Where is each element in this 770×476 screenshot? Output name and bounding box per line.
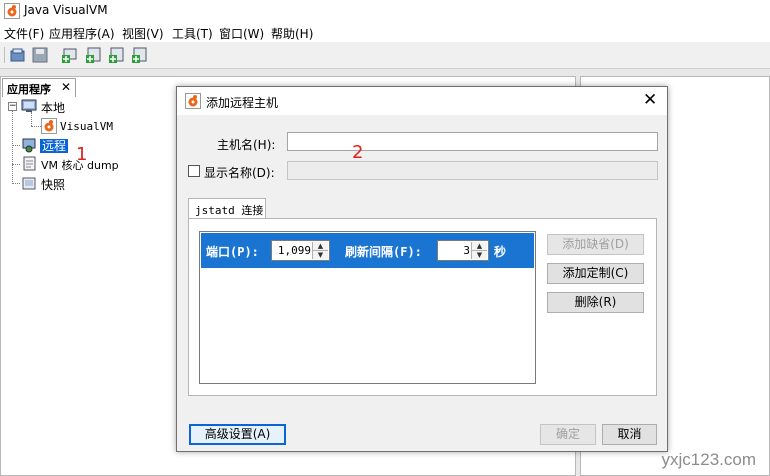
add-default-button[interactable]: 添加缺省(D) bbox=[547, 234, 644, 255]
list-item[interactable]: 端口(P): 1,099 ▲ ▼ 刷新间隔(F): 3 ▲ ▼ 秒 bbox=[201, 233, 534, 268]
port-label: 端口(P): bbox=[206, 245, 259, 259]
snapshots-icon bbox=[22, 177, 36, 190]
tab-applications[interactable]: 应用程序 ✕ bbox=[2, 78, 76, 97]
tree-connector bbox=[31, 112, 32, 126]
refresh-interval-value: 3 bbox=[463, 244, 470, 257]
display-name-checkbox[interactable] bbox=[188, 165, 200, 177]
add-remote-host-dialog: 添加远程主机 ✕ 主机名(H): 2 显示名称(D): jstatd 连接 端口… bbox=[176, 86, 668, 452]
tree-connector bbox=[12, 145, 20, 146]
tree-item-vm-core-dump[interactable]: VM 核心 dump bbox=[41, 157, 119, 173]
menu-window[interactable]: 窗口(W) bbox=[219, 25, 264, 42]
tab-jstatd-label: jstatd 连接 bbox=[195, 204, 264, 217]
cancel-button[interactable]: 取消 bbox=[602, 424, 657, 445]
menu-help[interactable]: 帮助(H) bbox=[271, 25, 313, 42]
tree-item-remote-label: 远程 bbox=[40, 139, 69, 153]
watermark: yxjc123.com bbox=[661, 450, 756, 469]
dialog-close-icon[interactable]: ✕ bbox=[643, 90, 657, 110]
save-icon[interactable] bbox=[31, 46, 49, 64]
add-snapshot-icon[interactable] bbox=[131, 46, 149, 64]
visualvm-app-icon bbox=[41, 118, 57, 134]
tree-connector bbox=[12, 110, 13, 184]
display-name-label: 显示名称(D): bbox=[204, 166, 275, 180]
annotation-number-2: 2 bbox=[352, 142, 364, 163]
port-spinner[interactable]: 1,099 ▲ ▼ bbox=[271, 240, 330, 261]
tree-item-visualvm[interactable]: VisualVM bbox=[60, 120, 113, 133]
load-snapshot-icon[interactable] bbox=[9, 46, 27, 64]
add-heap-dump-icon[interactable] bbox=[108, 46, 126, 64]
core-dump-icon bbox=[23, 156, 36, 171]
interval-spinner-arrows: ▲ ▼ bbox=[471, 242, 487, 259]
hostname-input[interactable] bbox=[287, 132, 658, 151]
spinner-down-icon[interactable]: ▼ bbox=[472, 251, 487, 259]
tab-close-icon[interactable]: ✕ bbox=[61, 80, 71, 94]
delete-button[interactable]: 删除(R) bbox=[547, 292, 644, 313]
toolbar bbox=[0, 42, 770, 69]
menu-application[interactable]: 应用程序(A) bbox=[49, 25, 115, 42]
tab-jstatd-connection[interactable]: jstatd 连接 bbox=[188, 198, 266, 219]
dialog-titlebar: 添加远程主机 ✕ bbox=[177, 87, 667, 115]
window-titlebar: Java VisualVM bbox=[0, 0, 770, 22]
add-custom-button[interactable]: 添加定制(C) bbox=[547, 263, 644, 284]
refresh-interval-spinner[interactable]: 3 ▲ ▼ bbox=[437, 240, 489, 261]
port-value: 1,099 bbox=[277, 244, 311, 257]
ok-button[interactable]: 确定 bbox=[540, 424, 596, 445]
refresh-interval-label: 刷新间隔(F): bbox=[345, 245, 422, 259]
interval-unit-label: 秒 bbox=[494, 245, 507, 259]
visualvm-app-icon bbox=[185, 93, 201, 109]
advanced-settings-button[interactable]: 高级设置(A) bbox=[189, 424, 286, 445]
tree-connector bbox=[12, 183, 20, 184]
local-host-icon bbox=[21, 99, 37, 112]
tree-connector bbox=[31, 126, 41, 127]
display-name-input[interactable] bbox=[287, 161, 658, 180]
tab-applications-label: 应用程序 bbox=[7, 83, 51, 96]
collapse-toggle-icon[interactable]: − bbox=[8, 102, 17, 111]
tree-item-local[interactable]: 本地 bbox=[41, 99, 65, 116]
spinner-up-icon[interactable]: ▲ bbox=[313, 242, 328, 251]
toolbar-grip bbox=[4, 47, 5, 63]
menu-view[interactable]: 视图(V) bbox=[122, 25, 164, 42]
tree-connector bbox=[12, 164, 20, 165]
spinner-down-icon[interactable]: ▼ bbox=[313, 251, 328, 259]
tree-item-snapshots[interactable]: 快照 bbox=[41, 176, 65, 193]
tree-item-remote[interactable]: 远程 bbox=[40, 137, 69, 154]
add-jmx-icon[interactable] bbox=[61, 46, 79, 64]
connection-list: 端口(P): 1,099 ▲ ▼ 刷新间隔(F): 3 ▲ ▼ 秒 bbox=[199, 231, 536, 384]
hostname-label: 主机名(H): bbox=[217, 138, 276, 152]
port-spinner-arrows: ▲ ▼ bbox=[312, 242, 328, 259]
visualvm-app-icon bbox=[4, 3, 20, 19]
add-core-dump-icon[interactable] bbox=[85, 46, 103, 64]
remote-host-icon bbox=[22, 138, 36, 153]
menu-tools[interactable]: 工具(T) bbox=[172, 25, 213, 42]
menu-bar: 文件(F) 应用程序(A) 视图(V) 工具(T) 窗口(W) 帮助(H) bbox=[0, 22, 770, 42]
menu-file[interactable]: 文件(F) bbox=[4, 25, 44, 42]
spinner-up-icon[interactable]: ▲ bbox=[472, 242, 487, 251]
dialog-title: 添加远程主机 bbox=[206, 96, 279, 110]
window-title: Java VisualVM bbox=[24, 3, 108, 17]
